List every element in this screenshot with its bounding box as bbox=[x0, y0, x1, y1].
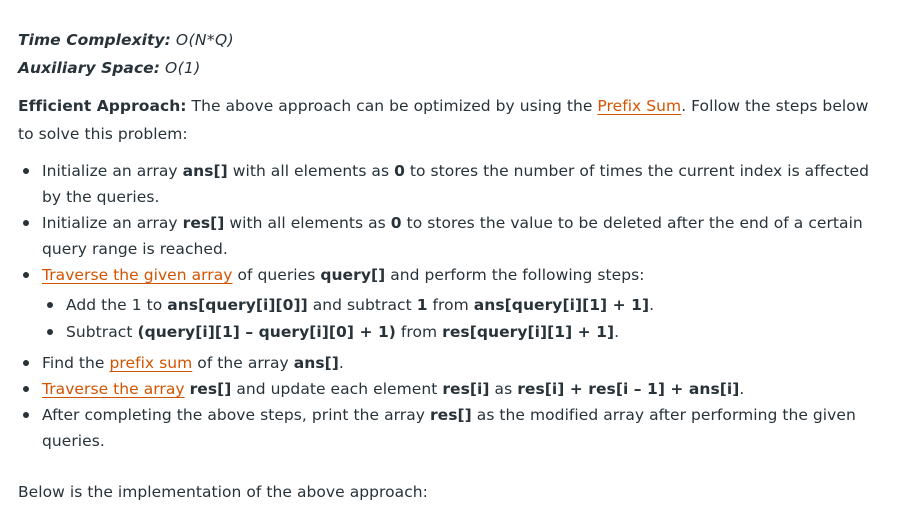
sub-step-1-text-3: from bbox=[432, 296, 469, 314]
code-zero: 0 bbox=[394, 162, 405, 180]
sub-step-2-text-2: from bbox=[400, 323, 438, 341]
approach-label: Efficient Approach: bbox=[18, 97, 187, 115]
implementation-intro-text: Below is the implementation of the above… bbox=[18, 483, 428, 501]
step-6-line-2: queries. bbox=[42, 428, 105, 454]
step-6-text: After completing the above steps, print … bbox=[42, 406, 425, 424]
code-res-query-end: res[query[i][1] + 1] bbox=[442, 323, 615, 341]
step-2-line-1: Initialize an array res[] with all eleme… bbox=[42, 210, 863, 236]
step-2-continuation: query range is reached. bbox=[42, 240, 228, 258]
bullet-icon bbox=[23, 272, 29, 278]
code-range-length: (query[i][1] – query[i][0] + 1) bbox=[137, 323, 396, 341]
bullet-icon bbox=[23, 360, 29, 366]
article-content: Time Complexity: O(N*Q) Auxiliary Space:… bbox=[0, 0, 902, 515]
step-2-line-2: query range is reached. bbox=[42, 236, 228, 262]
bullet-icon bbox=[23, 412, 29, 418]
code-ans-query-end: ans[query[i][1] + 1] bbox=[473, 296, 650, 314]
auxiliary-space-line: Auxiliary Space: O(1) bbox=[18, 55, 201, 81]
sub-step-1-text-2: and subtract bbox=[312, 296, 412, 314]
step-6-line-1: After completing the above steps, print … bbox=[42, 402, 856, 428]
step-2-text: Initialize an array bbox=[42, 214, 178, 232]
step-5-period: . bbox=[739, 380, 745, 398]
step-1-text-3: to stores the number of times the curren… bbox=[409, 162, 869, 180]
step-1-line-2: by the queries. bbox=[42, 184, 159, 210]
step-6-continuation: queries. bbox=[42, 432, 105, 450]
auxiliary-space-label: Auxiliary Space: bbox=[18, 59, 160, 77]
approach-text-line-2: to solve this problem: bbox=[18, 125, 188, 143]
code-zero: 0 bbox=[390, 214, 402, 232]
approach-text: The above approach can be optimized by u… bbox=[191, 97, 593, 115]
code-res-array: res[] bbox=[429, 406, 472, 424]
step-1-line-1: Initialize an array ans[] with all eleme… bbox=[42, 158, 869, 184]
sub-step-2-text: Subtract bbox=[66, 323, 133, 341]
code-query-array: query[] bbox=[320, 266, 386, 284]
step-3-line: Traverse the given array of queries quer… bbox=[42, 262, 645, 288]
step-3-text-2: and perform the following steps: bbox=[390, 266, 645, 284]
traverse-array-link[interactable]: Traverse the array bbox=[42, 380, 185, 398]
step-1-text-2: with all elements as bbox=[232, 162, 390, 180]
code-ans-array: ans[] bbox=[182, 162, 228, 180]
time-complexity-line: Time Complexity: O(N*Q) bbox=[18, 27, 234, 53]
step-2-text-2: with all elements as bbox=[229, 214, 386, 232]
bullet-icon bbox=[23, 168, 29, 174]
traverse-given-array-link[interactable]: Traverse the given array bbox=[42, 266, 233, 284]
code-ans-array: ans[] bbox=[293, 354, 339, 372]
sub-step-1-line: Add the 1 to ans[query[i][0]] and subtra… bbox=[66, 292, 654, 318]
code-res-array: res[] bbox=[182, 214, 225, 232]
sub-step-1-text: Add the 1 to bbox=[66, 296, 163, 314]
implementation-intro: Below is the implementation of the above… bbox=[18, 479, 428, 505]
time-complexity-label: Time Complexity: bbox=[18, 31, 171, 49]
step-4-text: Find the bbox=[42, 354, 105, 372]
sub-step-1-period: . bbox=[649, 296, 655, 314]
approach-paragraph-line-2: to solve this problem: bbox=[18, 121, 188, 147]
approach-paragraph-line-1: Efficient Approach: The above approach c… bbox=[18, 93, 869, 119]
step-3-text: of queries bbox=[237, 266, 316, 284]
auxiliary-space-value: O(1) bbox=[164, 59, 201, 77]
step-5-line: Traverse the array res[] and update each… bbox=[42, 376, 744, 402]
step-1-continuation: by the queries. bbox=[42, 188, 160, 206]
step-2-text-3: to stores the value to be deleted after … bbox=[406, 214, 863, 232]
code-res-i: res[i] bbox=[442, 380, 490, 398]
bullet-icon bbox=[47, 329, 53, 335]
step-5-text: and update each element bbox=[236, 380, 438, 398]
step-6-text-2: as the modified array after performing t… bbox=[476, 406, 856, 424]
step-4-text-2: of the array bbox=[197, 354, 289, 372]
sub-step-2-line: Subtract (query[i][1] – query[i][0] + 1)… bbox=[66, 319, 619, 345]
approach-text-after: . Follow the steps below bbox=[681, 97, 869, 115]
time-complexity-value: O(N*Q) bbox=[175, 31, 235, 49]
step-4-line: Find the prefix sum of the array ans[]. bbox=[42, 350, 344, 376]
bullet-icon bbox=[23, 220, 29, 226]
code-ans-query-start: ans[query[i][0]] bbox=[167, 296, 308, 314]
step-4-period: . bbox=[338, 354, 344, 372]
code-res-update-formula: res[i] + res[i – 1] + ans[i] bbox=[517, 380, 740, 398]
step-1-text: Initialize an array bbox=[42, 162, 178, 180]
prefix-sum-link-2[interactable]: prefix sum bbox=[110, 354, 193, 372]
code-one: 1 bbox=[416, 296, 428, 314]
bullet-icon bbox=[23, 386, 29, 392]
sub-step-2-period: . bbox=[614, 323, 620, 341]
step-5-text-2: as bbox=[494, 380, 513, 398]
code-res-array: res[] bbox=[189, 380, 232, 398]
bullet-icon bbox=[47, 302, 53, 308]
prefix-sum-link[interactable]: Prefix Sum bbox=[597, 97, 681, 115]
